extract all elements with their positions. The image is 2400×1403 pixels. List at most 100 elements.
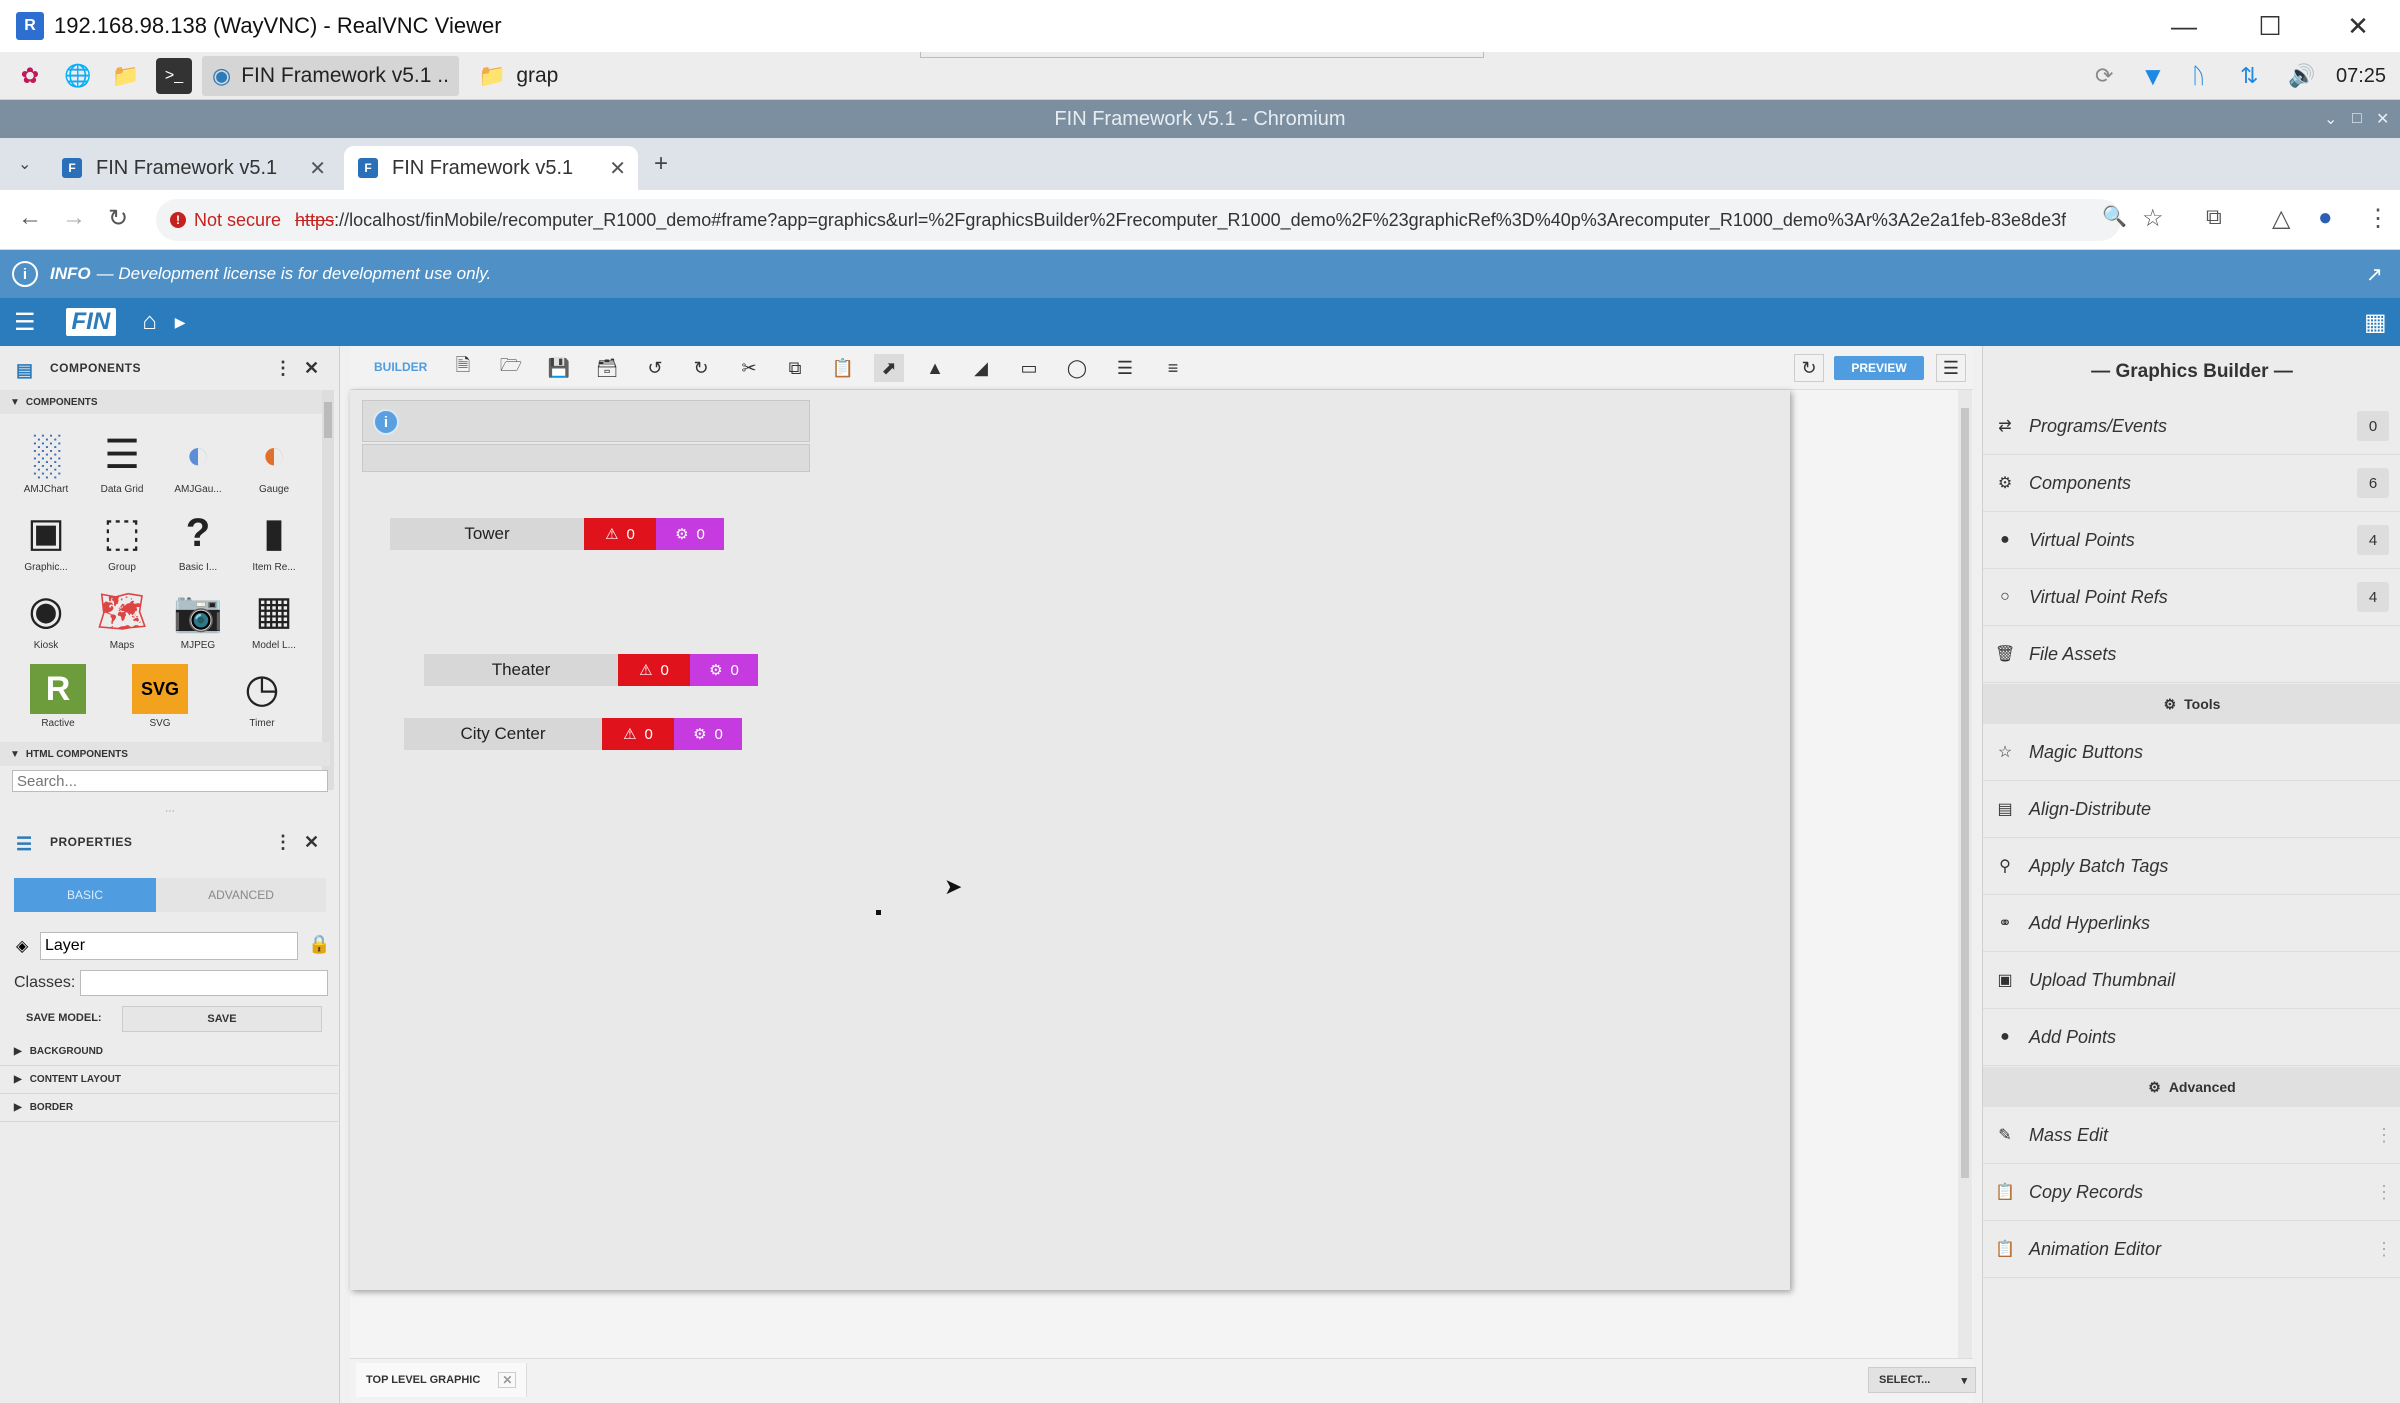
- desktop-pager[interactable]: [920, 52, 1484, 58]
- close-tab-icon[interactable]: ✕: [309, 156, 326, 181]
- close-icon[interactable]: ✕: [2376, 100, 2389, 138]
- profile-avatar-icon[interactable]: ●: [2318, 204, 2333, 232]
- copy-icon[interactable]: ⧉: [780, 354, 810, 382]
- config-badge[interactable]: ⚙ 0: [690, 654, 758, 686]
- bookmark-star-icon[interactable]: ☆: [2142, 204, 2164, 233]
- classes-input[interactable]: [80, 970, 328, 996]
- lab-icon[interactable]: △: [2272, 204, 2290, 233]
- item-programs-events[interactable]: ⇄ Programs/Events 0: [1983, 398, 2400, 455]
- component-search-input[interactable]: [12, 770, 328, 792]
- home-icon[interactable]: ⌂: [142, 308, 157, 336]
- component-amjchart[interactable]: ░ AMJChart: [10, 430, 82, 496]
- new-tab-button[interactable]: +: [654, 150, 668, 178]
- component-graphic[interactable]: ▣ Graphic...: [10, 508, 82, 573]
- item-components[interactable]: ⚙ Components 6: [1983, 455, 2400, 512]
- volume-icon[interactable]: 🔊: [2288, 52, 2315, 100]
- section-background[interactable]: ▶ BACKGROUND: [0, 1038, 338, 1066]
- component-gauge[interactable]: ◐ Gauge: [238, 430, 310, 496]
- redo-icon[interactable]: ↻: [686, 354, 716, 382]
- clock[interactable]: 07:25: [2336, 52, 2386, 100]
- site-theater[interactable]: Theater ⚠ 0 ⚙ 0: [424, 654, 758, 686]
- close-tab-icon[interactable]: ✕: [609, 156, 626, 181]
- graphic-canvas[interactable]: i Tower ⚠ 0 ⚙ 0 Theater ⚠ 0 ⚙ 0 City Center …: [350, 390, 1790, 1290]
- close-tab-icon[interactable]: ✕: [498, 1372, 517, 1388]
- component-item-repeater[interactable]: ▮ Item Re...: [238, 508, 310, 573]
- item-virtual-points[interactable]: ● Virtual Points 4: [1983, 512, 2400, 569]
- component-ractive[interactable]: R Ractive: [22, 664, 94, 729]
- network-icon[interactable]: ⇅: [2240, 52, 2258, 100]
- rectangle-icon[interactable]: ▭: [1014, 354, 1044, 382]
- transform-icon[interactable]: ◢: [966, 354, 996, 382]
- section-content-layout[interactable]: ▶ CONTENT LAYOUT: [0, 1066, 338, 1094]
- terminal-icon[interactable]: >_: [156, 57, 192, 94]
- lock-icon[interactable]: 🔒: [308, 934, 330, 955]
- advanced-mass-edit[interactable]: ✎ Mass Edit ⋮: [1983, 1107, 2400, 1164]
- open-folder-icon[interactable]: 🗁: [496, 354, 526, 382]
- component-kiosk[interactable]: ◉ Kiosk: [10, 586, 82, 651]
- zoom-icon[interactable]: 🔍: [2102, 204, 2127, 229]
- save-as-icon[interactable]: 🗃: [592, 354, 622, 382]
- share-icon[interactable]: ↗: [2366, 262, 2383, 287]
- tool-add-points[interactable]: ● Add Points: [1983, 1009, 2400, 1066]
- item-file-assets[interactable]: 🗑 File Assets: [1983, 626, 2400, 683]
- apps-grid-icon[interactable]: ▦: [2364, 308, 2387, 337]
- sync-icon[interactable]: ⟳: [2095, 52, 2113, 100]
- tool-add-hyperlinks[interactable]: ⚭ Add Hyperlinks: [1983, 895, 2400, 952]
- hamburger-menu-icon[interactable]: ☰: [1936, 354, 1966, 382]
- sliders-icon[interactable]: ≡: [1158, 354, 1188, 382]
- save-model-button[interactable]: SAVE: [122, 1006, 322, 1032]
- close-window-button[interactable]: ✕: [2318, 0, 2398, 52]
- download-icon[interactable]: ▼: [2140, 52, 2166, 100]
- node-edit-icon[interactable]: ▲: [920, 354, 950, 382]
- tab-search-button[interactable]: ⌄: [18, 154, 31, 174]
- alarm-badge[interactable]: ⚠ 0: [602, 718, 674, 750]
- tool-align-distribute[interactable]: ▤ Align-Distribute: [1983, 781, 2400, 838]
- chevron-down-icon[interactable]: ⌄: [2324, 100, 2337, 138]
- tab-advanced[interactable]: ADVANCED: [156, 878, 326, 912]
- component-group[interactable]: ⬚ Group: [86, 508, 158, 573]
- select-arrow-icon[interactable]: ⬈: [874, 354, 904, 382]
- html-components-section-header[interactable]: ▼ HTML COMPONENTS: [0, 742, 330, 766]
- tab-basic[interactable]: BASIC: [14, 878, 156, 912]
- tab-fin-1[interactable]: F FIN Framework v5.1 ✕: [48, 146, 338, 190]
- refresh-icon[interactable]: ↻: [1794, 354, 1824, 382]
- taskbar-task-folder[interactable]: 📁 grap: [469, 56, 568, 96]
- section-border[interactable]: ▶ BORDER: [0, 1094, 338, 1122]
- menu-kebab-icon[interactable]: ⋮: [2366, 204, 2390, 233]
- drag-handle-icon[interactable]: ⋮: [2375, 1239, 2393, 1260]
- breadcrumb-arrow-icon[interactable]: ▶: [175, 314, 186, 331]
- omnibox[interactable]: ! Not secure https://localhost/finMobile/…: [156, 199, 2121, 241]
- panel-close-icon[interactable]: ✕: [304, 832, 320, 853]
- undo-icon[interactable]: ↺: [640, 354, 670, 382]
- scroll-thumb[interactable]: [1961, 408, 1969, 1178]
- info-widget-bar[interactable]: [362, 444, 810, 472]
- tool-upload-thumbnail[interactable]: ▣ Upload Thumbnail: [1983, 952, 2400, 1009]
- component-timer[interactable]: ◷ Timer: [226, 664, 298, 729]
- drag-handle-icon[interactable]: ⋮: [2375, 1182, 2393, 1203]
- alarm-badge[interactable]: ⚠ 0: [618, 654, 690, 686]
- panel-menu-icon[interactable]: ⋮: [274, 358, 293, 379]
- save-icon[interactable]: 💾: [544, 354, 574, 382]
- alarm-badge[interactable]: ⚠ 0: [584, 518, 656, 550]
- canvas-scrollbar[interactable]: [1958, 390, 1972, 1358]
- maximize-icon[interactable]: □: [2352, 100, 2362, 138]
- layers-stack-icon[interactable]: ☰: [1110, 354, 1140, 382]
- component-data-grid[interactable]: ☰ Data Grid: [86, 430, 158, 495]
- tool-magic-buttons[interactable]: ☆ Magic Buttons: [1983, 724, 2400, 781]
- panel-close-icon[interactable]: ✕: [304, 358, 320, 379]
- not-secure-badge[interactable]: ! Not secure: [170, 210, 281, 231]
- advanced-animation-editor[interactable]: 📋 Animation Editor ⋮: [1983, 1221, 2400, 1278]
- browser-icon[interactable]: 🌐: [60, 58, 96, 94]
- back-button[interactable]: ←: [18, 204, 42, 232]
- site-tower[interactable]: Tower ⚠ 0 ⚙ 0: [390, 518, 724, 550]
- ellipse-icon[interactable]: ◯: [1062, 354, 1092, 382]
- scroll-thumb[interactable]: [324, 402, 332, 438]
- tab-top-level-graphic[interactable]: TOP LEVEL GRAPHIC ✕: [356, 1363, 528, 1397]
- cut-icon[interactable]: ✂: [734, 354, 764, 382]
- component-basic-info[interactable]: ? Basic I...: [162, 508, 234, 574]
- tab-fin-2[interactable]: F FIN Framework v5.1 ✕: [344, 146, 638, 190]
- resize-handle[interactable]: ⋯: [0, 806, 340, 817]
- extensions-icon[interactable]: ⧉: [2206, 204, 2222, 230]
- layer-name-input[interactable]: [40, 932, 298, 960]
- component-maps[interactable]: 🗺 Maps: [86, 586, 158, 652]
